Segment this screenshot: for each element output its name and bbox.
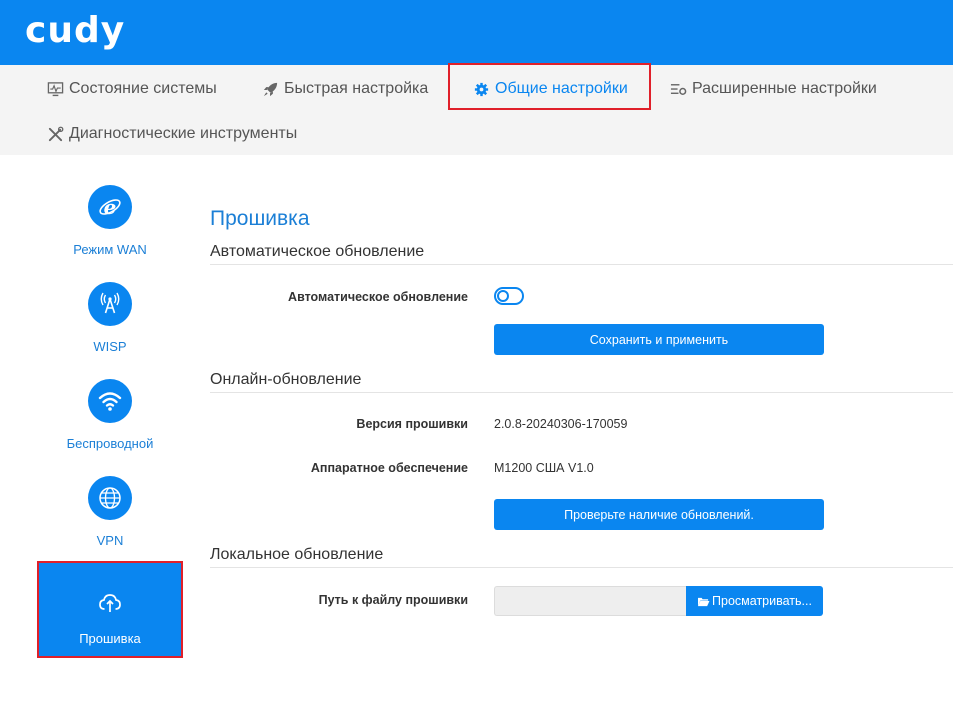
auto-update-label: Автоматическое обновление — [288, 290, 468, 304]
nav-item-label: Быстрая настройка — [284, 80, 429, 97]
sidebar-item-wireless[interactable]: Беспроводной — [37, 379, 183, 476]
nav-item-quick-setup[interactable]: Быстрая настройка — [262, 71, 428, 107]
rocket-icon — [263, 82, 278, 96]
sidebar-item-firmware[interactable]: Прошивка — [37, 561, 183, 658]
section-divider — [210, 392, 953, 393]
browse-button[interactable]: Просматривать... — [686, 586, 823, 616]
firmware-version-value: 2.0.8-20240306-170059 — [494, 417, 628, 431]
wifi-icon — [98, 392, 122, 411]
auto-update-toggle[interactable] — [494, 287, 524, 305]
check-updates-button[interactable]: Проверьте наличие обновлений. — [494, 499, 824, 530]
tools-icon — [48, 126, 64, 141]
toggle-knob — [497, 290, 509, 302]
sidebar-icon-circle — [88, 476, 132, 520]
nav-item-diagnostic-tools[interactable]: Диагностические инструменты — [47, 116, 297, 152]
hardware-value: M1200 США V1.0 — [494, 461, 594, 475]
sidebar-item-wisp[interactable]: WISP — [37, 282, 183, 379]
sidebar-item-vpn[interactable]: VPN — [37, 476, 183, 573]
globe-icon — [99, 487, 121, 509]
cudy-logo[interactable]: cudy — [25, 10, 125, 51]
nav-item-label: Состояние системы — [69, 80, 217, 97]
active-tab-highlight — [448, 63, 651, 110]
sidebar-icon-circle — [88, 379, 132, 423]
nav-item-system-status[interactable]: Состояние системы — [47, 71, 217, 107]
sidebar-item-label: Беспроводной — [66, 436, 154, 451]
svg-text:e: e — [104, 195, 117, 219]
nav-item-label: Расширенные настройки — [692, 80, 877, 97]
sidebar-item-label: WISP — [93, 339, 127, 354]
save-apply-button[interactable]: Сохранить и применить — [494, 324, 824, 355]
hardware-label: Аппаратное обеспечение — [310, 461, 468, 475]
folder-open-icon — [698, 597, 710, 606]
firmware-path-label: Путь к файлу прошивки — [318, 593, 468, 607]
internet-explorer-icon: e — [99, 195, 121, 219]
section-title-online-update: Онлайн-обновление — [210, 371, 362, 388]
section-divider — [210, 264, 953, 265]
sidebar-icon-circle — [88, 581, 132, 625]
page-title: Прошивка — [210, 207, 310, 230]
section-title-auto-update: Автоматическое обновление — [210, 243, 425, 260]
nav-item-label: Диагностические инструменты — [69, 125, 298, 142]
sidebar-icon-circle: e — [88, 185, 132, 229]
top-header: cudy — [0, 0, 953, 65]
sidebar-icon-circle — [88, 282, 132, 326]
firmware-path-input[interactable] — [494, 586, 686, 616]
cloud-upload-icon — [99, 594, 121, 612]
sidebar-item-label: Прошивка — [79, 631, 141, 646]
settings-list-icon — [670, 83, 687, 95]
sidebar-item-label: Режим WAN — [73, 242, 147, 257]
nav-item-advanced-settings[interactable]: Расширенные настройки — [670, 71, 877, 107]
sidebar-item-wan-mode[interactable]: e Режим WAN — [37, 185, 183, 282]
browse-button-label: Просматривать... — [712, 594, 812, 608]
firmware-version-label: Версия прошивки — [356, 417, 468, 431]
section-title-local-update: Локальное обновление — [210, 546, 384, 563]
monitor-icon — [47, 81, 64, 96]
section-divider — [210, 567, 953, 568]
wireless-tower-icon — [100, 292, 120, 314]
sidebar-item-label: VPN — [96, 533, 124, 548]
